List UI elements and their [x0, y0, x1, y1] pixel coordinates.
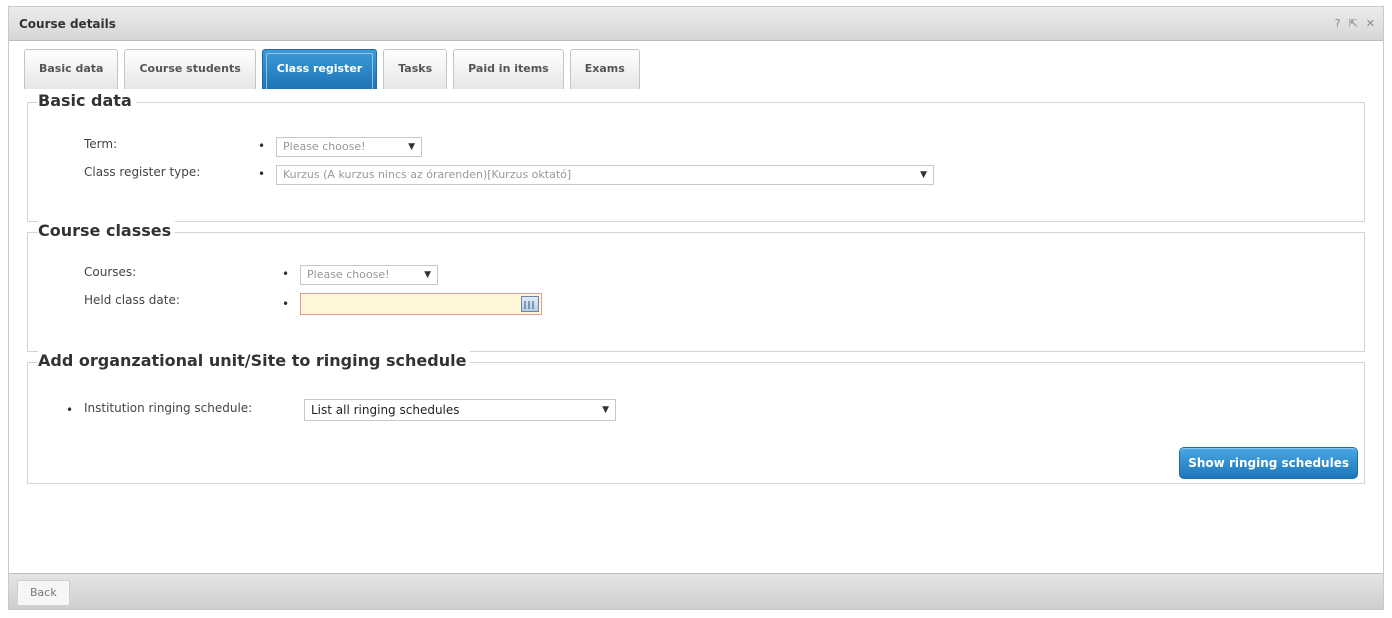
term-label: Term: — [84, 137, 118, 151]
institution-ringing-schedule-label: Institution ringing schedule: — [84, 401, 253, 415]
held-class-date-required-bullet: • — [282, 297, 290, 311]
course-details-window: Course details ? ⇱ ✕ Basic data Course s… — [8, 6, 1384, 610]
chevron-down-icon: ▼ — [602, 405, 609, 415]
tab-basic-data[interactable]: Basic data — [24, 49, 119, 89]
term-select-value: Please choose! — [283, 140, 366, 153]
tab-exams[interactable]: Exams — [569, 49, 640, 89]
tab-class-register[interactable]: Class register — [261, 49, 378, 89]
popout-icon[interactable]: ⇱ — [1349, 7, 1358, 41]
close-icon[interactable]: ✕ — [1366, 7, 1375, 41]
show-ringing-schedules-button[interactable]: Show ringing schedules — [1179, 447, 1358, 479]
calendar-icon[interactable] — [521, 296, 539, 312]
basic-data-section: Basic data Term: • Please choose! ▼ Clas… — [27, 91, 1365, 222]
course-classes-section: Course classes Courses: • Please choose!… — [27, 221, 1365, 352]
institution-ringing-schedule-value: List all ringing schedules — [311, 403, 460, 417]
held-class-date-input[interactable] — [300, 293, 542, 315]
held-class-date-label: Held class date: — [84, 293, 180, 307]
courses-label: Courses: — [84, 265, 137, 279]
courses-select-value: Please choose! — [307, 268, 390, 281]
courses-required-bullet: • — [282, 267, 290, 281]
class-register-type-label: Class register type: — [84, 165, 201, 179]
courses-select[interactable]: Please choose! ▼ — [300, 265, 438, 285]
term-select[interactable]: Please choose! ▼ — [276, 137, 422, 157]
course-classes-legend: Course classes — [38, 221, 176, 240]
window-footer: Back — [9, 573, 1383, 609]
chevron-down-icon: ▼ — [408, 142, 415, 152]
class-register-type-select-value: Kurzus (A kurzus nincs az órarenden)[Kur… — [283, 168, 572, 181]
tab-bar: Basic data Course students Class registe… — [24, 49, 640, 89]
chevron-down-icon: ▼ — [424, 270, 431, 280]
tab-course-students[interactable]: Course students — [124, 49, 256, 89]
window-title: Course details — [19, 17, 116, 31]
institution-ringing-schedule-select[interactable]: List all ringing schedules ▼ — [304, 399, 616, 421]
schedule-required-bullet: • — [66, 403, 74, 417]
window-titlebar: Course details ? ⇱ ✕ — [9, 7, 1383, 41]
back-button[interactable]: Back — [17, 580, 70, 606]
ringing-schedule-legend: Add organzational unit/Site to ringing s… — [38, 351, 471, 370]
term-required-bullet: • — [258, 139, 266, 153]
tab-paid-in-items[interactable]: Paid in items — [453, 49, 564, 89]
tab-tasks[interactable]: Tasks — [383, 49, 448, 89]
basic-data-legend: Basic data — [38, 91, 136, 110]
window-controls: ? ⇱ ✕ — [1335, 7, 1375, 41]
class-register-type-required-bullet: • — [258, 167, 266, 181]
chevron-down-icon: ▼ — [920, 170, 927, 180]
class-register-type-select[interactable]: Kurzus (A kurzus nincs az órarenden)[Kur… — [276, 165, 934, 185]
ringing-schedule-section: Add organzational unit/Site to ringing s… — [27, 351, 1365, 484]
help-icon[interactable]: ? — [1335, 7, 1341, 41]
